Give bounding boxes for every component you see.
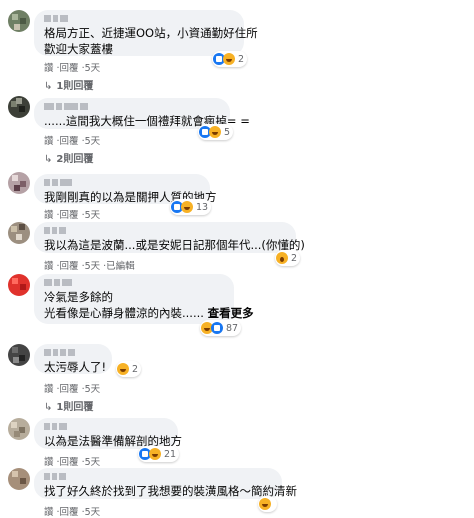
commenter-name[interactable] — [44, 423, 168, 430]
avatar[interactable] — [8, 344, 30, 366]
view-replies-link[interactable]: ↳ 1則回覆 — [44, 398, 93, 413]
comment-text-line: 我以為這是波蘭...或是安妮日記那個年代...(你懂的) — [44, 238, 305, 252]
see-more-link[interactable]: 查看更多 — [208, 306, 254, 320]
reply-link[interactable]: 回覆 — [60, 261, 79, 272]
comment-actions: 讚 ·回覆 ·5天 — [44, 457, 101, 468]
like-link[interactable]: 讚 — [44, 63, 54, 74]
replies-count-label: 1則回覆 — [56, 81, 94, 92]
like-link[interactable]: 讚 — [44, 507, 54, 518]
comment-text-line: 光看像是心靜身體涼的內裝...... 查看更多 — [44, 305, 254, 321]
comment-actions: 讚 ·回覆 ·5天 — [44, 136, 101, 147]
comment-bubble: 以為是法醫準備解剖的地方 — [34, 418, 182, 449]
like-link[interactable]: 讚 — [44, 261, 54, 272]
reaction-summary[interactable]: 2 — [275, 250, 301, 266]
like-link[interactable]: 讚 — [44, 136, 54, 147]
reaction-summary[interactable]: 13 — [170, 199, 212, 215]
reaction-count: 5 — [224, 126, 231, 138]
comment-text-line: 歡迎大家蓋樓 — [44, 42, 113, 56]
like-link[interactable]: 讚 — [44, 457, 54, 468]
haha-icon — [149, 448, 161, 460]
wow-icon — [276, 252, 288, 264]
commenter-name[interactable] — [44, 15, 234, 22]
timestamp[interactable]: 5天 — [85, 384, 101, 395]
comment-actions: 讚 ·回覆 ·5天 — [44, 63, 101, 74]
comment-actions: 讚 ·回覆 ·5天 — [44, 210, 101, 221]
reaction-summary[interactable] — [258, 496, 277, 512]
view-replies-link[interactable]: ↳ 2則回覆 — [44, 150, 93, 165]
reply-arrow-icon: ↳ — [44, 154, 53, 165]
reaction-count: 21 — [164, 448, 177, 460]
haha-icon — [117, 363, 129, 375]
timestamp[interactable]: 5天 — [85, 136, 101, 147]
avatar[interactable] — [8, 172, 30, 194]
haha-icon — [181, 201, 193, 213]
reply-link[interactable]: 回覆 — [60, 384, 79, 395]
timestamp[interactable]: 5天 — [85, 261, 101, 272]
reaction-count: 2 — [132, 363, 139, 375]
reply-link[interactable]: 回覆 — [60, 507, 79, 518]
timestamp[interactable]: 5天 — [85, 457, 101, 468]
reply-link[interactable]: 回覆 — [60, 210, 79, 221]
commenter-name[interactable] — [44, 179, 200, 186]
like-icon — [211, 322, 223, 334]
reaction-summary[interactable]: 87 — [200, 320, 242, 336]
commenter-name[interactable] — [44, 349, 102, 356]
replies-count-label: 1則回覆 — [56, 402, 94, 413]
comment-text-line: 太污辱人了! — [44, 360, 107, 374]
haha-icon — [209, 126, 221, 138]
reply-link[interactable]: 回覆 — [60, 457, 79, 468]
avatar[interactable] — [8, 274, 30, 296]
reaction-count: 87 — [226, 322, 239, 334]
like-link[interactable]: 讚 — [44, 210, 54, 221]
timestamp[interactable]: 5天 — [85, 210, 101, 221]
commenter-name[interactable] — [44, 279, 224, 286]
avatar[interactable] — [8, 10, 30, 32]
comment-bubble: 格局方正、近捷運OO站，小資通勤好住所 歡迎大家蓋樓 — [34, 10, 258, 56]
comment-text-line: 格局方正、近捷運OO站，小資通勤好住所 — [44, 26, 258, 40]
reply-link[interactable]: 回覆 — [60, 63, 79, 74]
reaction-count: 2 — [238, 53, 245, 65]
haha-icon — [259, 498, 271, 510]
view-replies-link[interactable]: ↳ 1則回覆 — [44, 77, 93, 92]
commenter-name[interactable] — [44, 103, 220, 110]
avatar[interactable] — [8, 418, 30, 440]
edited-label: 已編輯 — [106, 261, 135, 272]
comment-bubble: 太污辱人了! — [34, 344, 112, 374]
reply-arrow-icon: ↳ — [44, 402, 53, 413]
timestamp[interactable]: 5天 — [85, 63, 101, 74]
comment-actions: 讚 ·回覆 ·5天 — [44, 507, 101, 518]
commenter-name[interactable] — [44, 227, 286, 234]
reply-arrow-icon: ↳ — [44, 81, 53, 92]
haha-icon — [223, 53, 235, 65]
reaction-summary[interactable]: 5 — [198, 124, 234, 140]
reaction-count: 2 — [291, 252, 298, 264]
comment-text-line: ......這間我大概住一個禮拜就會瘋掉= = — [44, 114, 250, 128]
timestamp[interactable]: 5天 — [85, 507, 101, 518]
replies-count-label: 2則回覆 — [56, 154, 94, 165]
comment-actions: 讚 ·回覆 ·5天 ·已編輯 — [44, 261, 135, 272]
comment-text-line: 找了好久終於找到了我想要的裝潢風格～簡約清新 — [44, 484, 297, 498]
reaction-summary[interactable]: 2 — [212, 51, 248, 67]
reaction-count: 13 — [196, 201, 209, 213]
like-link[interactable]: 讚 — [44, 384, 54, 395]
avatar[interactable] — [8, 222, 30, 244]
comment-actions: 讚 ·回覆 ·5天 — [44, 384, 101, 395]
avatar[interactable] — [8, 96, 30, 118]
reaction-summary[interactable]: 2 — [116, 361, 142, 377]
comment-text-line: 冷氣是多餘的 — [44, 290, 113, 304]
comment-bubble: 找了好久終於找到了我想要的裝潢風格～簡約清新 — [34, 468, 297, 499]
comment-bubble: 冷氣是多餘的 光看像是心靜身體涼的內裝...... 查看更多 — [34, 274, 254, 324]
comment-bubble: 我以為這是波蘭...或是安妮日記那個年代...(你懂的) — [34, 222, 305, 253]
comment-text-truncated: 光看像是心靜身體涼的內裝...... — [44, 306, 204, 320]
reaction-summary[interactable]: 21 — [138, 446, 180, 462]
avatar[interactable] — [8, 468, 30, 490]
commenter-name[interactable] — [44, 473, 272, 480]
reply-link[interactable]: 回覆 — [60, 136, 79, 147]
